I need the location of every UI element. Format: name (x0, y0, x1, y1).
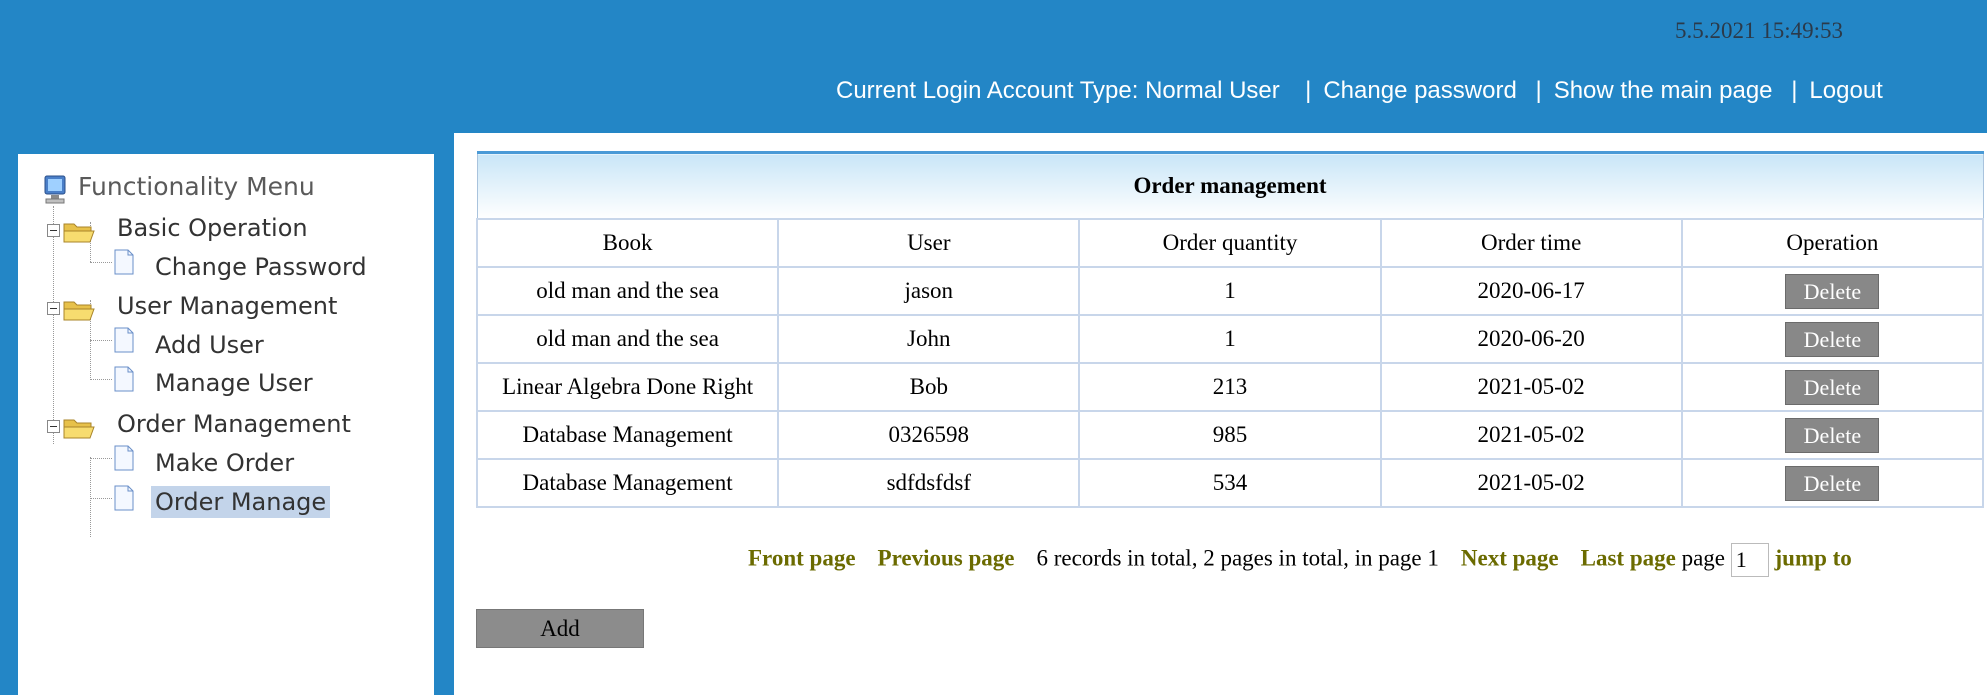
column-header-order-time: Order time (1379, 218, 1683, 268)
change-password-link[interactable]: Change password (1323, 77, 1516, 105)
table-row: Linear Algebra Done Right Bob 213 2021-0… (475, 362, 1985, 412)
tree-root-label: Functionality Menu (78, 172, 315, 201)
cell-operation: Delete (1680, 362, 1985, 412)
next-page-link[interactable]: Next page (1461, 545, 1559, 570)
folder-open-icon (63, 223, 95, 243)
previous-page-link[interactable]: Previous page (878, 545, 1015, 570)
nav-separator: | (1298, 77, 1312, 104)
account-type-label: Current Login Account Type: Normal User (836, 77, 1280, 104)
column-header-order-quantity: Order quantity (1078, 218, 1382, 268)
page-icon (114, 366, 134, 392)
cell-user: sdfdsfdsf (777, 458, 1081, 508)
cell-quantity: 985 (1078, 410, 1382, 460)
delete-button[interactable]: Delete (1785, 321, 1880, 357)
table-row: old man and the sea jason 1 2020-06-17 D… (475, 266, 1985, 316)
cell-operation: Delete (1680, 410, 1985, 460)
tree-item-manage-user[interactable]: Manage User (155, 367, 313, 399)
logout-link[interactable]: Logout (1809, 77, 1882, 105)
nav-separator: | (1791, 77, 1798, 104)
orders-table-wrap: Order management Book User Order quantit… (475, 151, 1985, 508)
collapse-toggle[interactable] (47, 302, 60, 315)
cell-book: Linear Algebra Done Right (475, 362, 780, 412)
page-icon (114, 445, 134, 471)
table-row: Database Management sdfdsfdsf 534 2021-0… (475, 458, 1985, 508)
cell-user: 0326598 (777, 410, 1081, 460)
page-icon (114, 327, 134, 353)
page-label: page (1681, 545, 1725, 571)
cell-time: 2021-05-02 (1379, 410, 1683, 460)
cell-time: 2020-06-20 (1379, 314, 1683, 364)
cell-book: Database Management (475, 458, 780, 508)
column-header-operation: Operation (1680, 218, 1985, 268)
tree-group-order-management[interactable]: Order Management (117, 408, 351, 440)
main-content: Order management Book User Order quantit… (454, 133, 1987, 695)
cell-book: old man and the sea (475, 266, 780, 316)
orders-table: Order management Book User Order quantit… (475, 151, 1985, 508)
pagination: Front page Previous page 6 records in tota… (748, 543, 1852, 577)
delete-button[interactable]: Delete (1785, 273, 1880, 309)
column-header-user: User (777, 218, 1081, 268)
front-page-link[interactable]: Front page (748, 545, 856, 570)
nav-separator: | (1535, 77, 1542, 104)
cell-time: 2020-06-17 (1379, 266, 1683, 316)
cell-operation: Delete (1680, 314, 1985, 364)
page-number-input[interactable] (1730, 543, 1769, 577)
column-header-book: Book (475, 218, 780, 268)
delete-button[interactable]: Delete (1785, 417, 1880, 453)
cell-operation: Delete (1680, 266, 1985, 316)
tree-item-order-manage[interactable]: Order Manage (151, 486, 331, 518)
cell-operation: Delete (1680, 458, 1985, 508)
page-icon (114, 485, 134, 511)
cell-quantity: 213 (1078, 362, 1382, 412)
cell-time: 2021-05-02 (1379, 362, 1683, 412)
pagination-summary: 6 records in total, 2 pages in total, in… (1036, 545, 1439, 571)
cell-book: Database Management (475, 410, 780, 460)
computer-icon (44, 175, 66, 204)
table-title: Order management (476, 151, 1984, 219)
cell-quantity: 1 (1078, 314, 1382, 364)
cell-book: old man and the sea (475, 314, 780, 364)
delete-button[interactable]: Delete (1785, 465, 1880, 501)
tree-group-basic-operation[interactable]: Basic Operation (117, 212, 308, 244)
cell-user: jason (777, 266, 1081, 316)
folder-open-icon (63, 419, 95, 439)
top-nav: Current Login Account Type: Normal User … (836, 77, 1883, 105)
add-button[interactable]: Add (476, 609, 644, 648)
main-page-link[interactable]: Show the main page (1554, 77, 1773, 105)
jump-to-link[interactable]: jump to (1775, 545, 1852, 570)
table-row: old man and the sea John 1 2020-06-20 De… (475, 314, 1985, 364)
tree-group-user-management[interactable]: User Management (117, 290, 337, 322)
tree-item-add-user[interactable]: Add User (155, 329, 264, 361)
folder-open-icon (63, 301, 95, 321)
table-row: Database Management 0326598 985 2021-05-… (475, 410, 1985, 460)
collapse-toggle[interactable] (47, 224, 60, 237)
delete-button[interactable]: Delete (1785, 369, 1880, 405)
tree-item-make-order[interactable]: Make Order (155, 447, 294, 479)
page-icon (114, 249, 134, 275)
cell-quantity: 1 (1078, 266, 1382, 316)
tree-item-change-password[interactable]: Change Password (155, 251, 367, 283)
sidebar: Functionality Menu Basic Operation Chang… (18, 154, 434, 695)
cell-user: John (777, 314, 1081, 364)
cell-user: Bob (777, 362, 1081, 412)
datetime-display: 5.5.2021 15:49:53 (1675, 18, 1844, 43)
cell-time: 2021-05-02 (1379, 458, 1683, 508)
function-tree: Functionality Menu Basic Operation Chang… (18, 154, 434, 695)
collapse-toggle[interactable] (47, 420, 60, 433)
last-page-link[interactable]: Last page (1581, 545, 1676, 570)
cell-quantity: 534 (1078, 458, 1382, 508)
